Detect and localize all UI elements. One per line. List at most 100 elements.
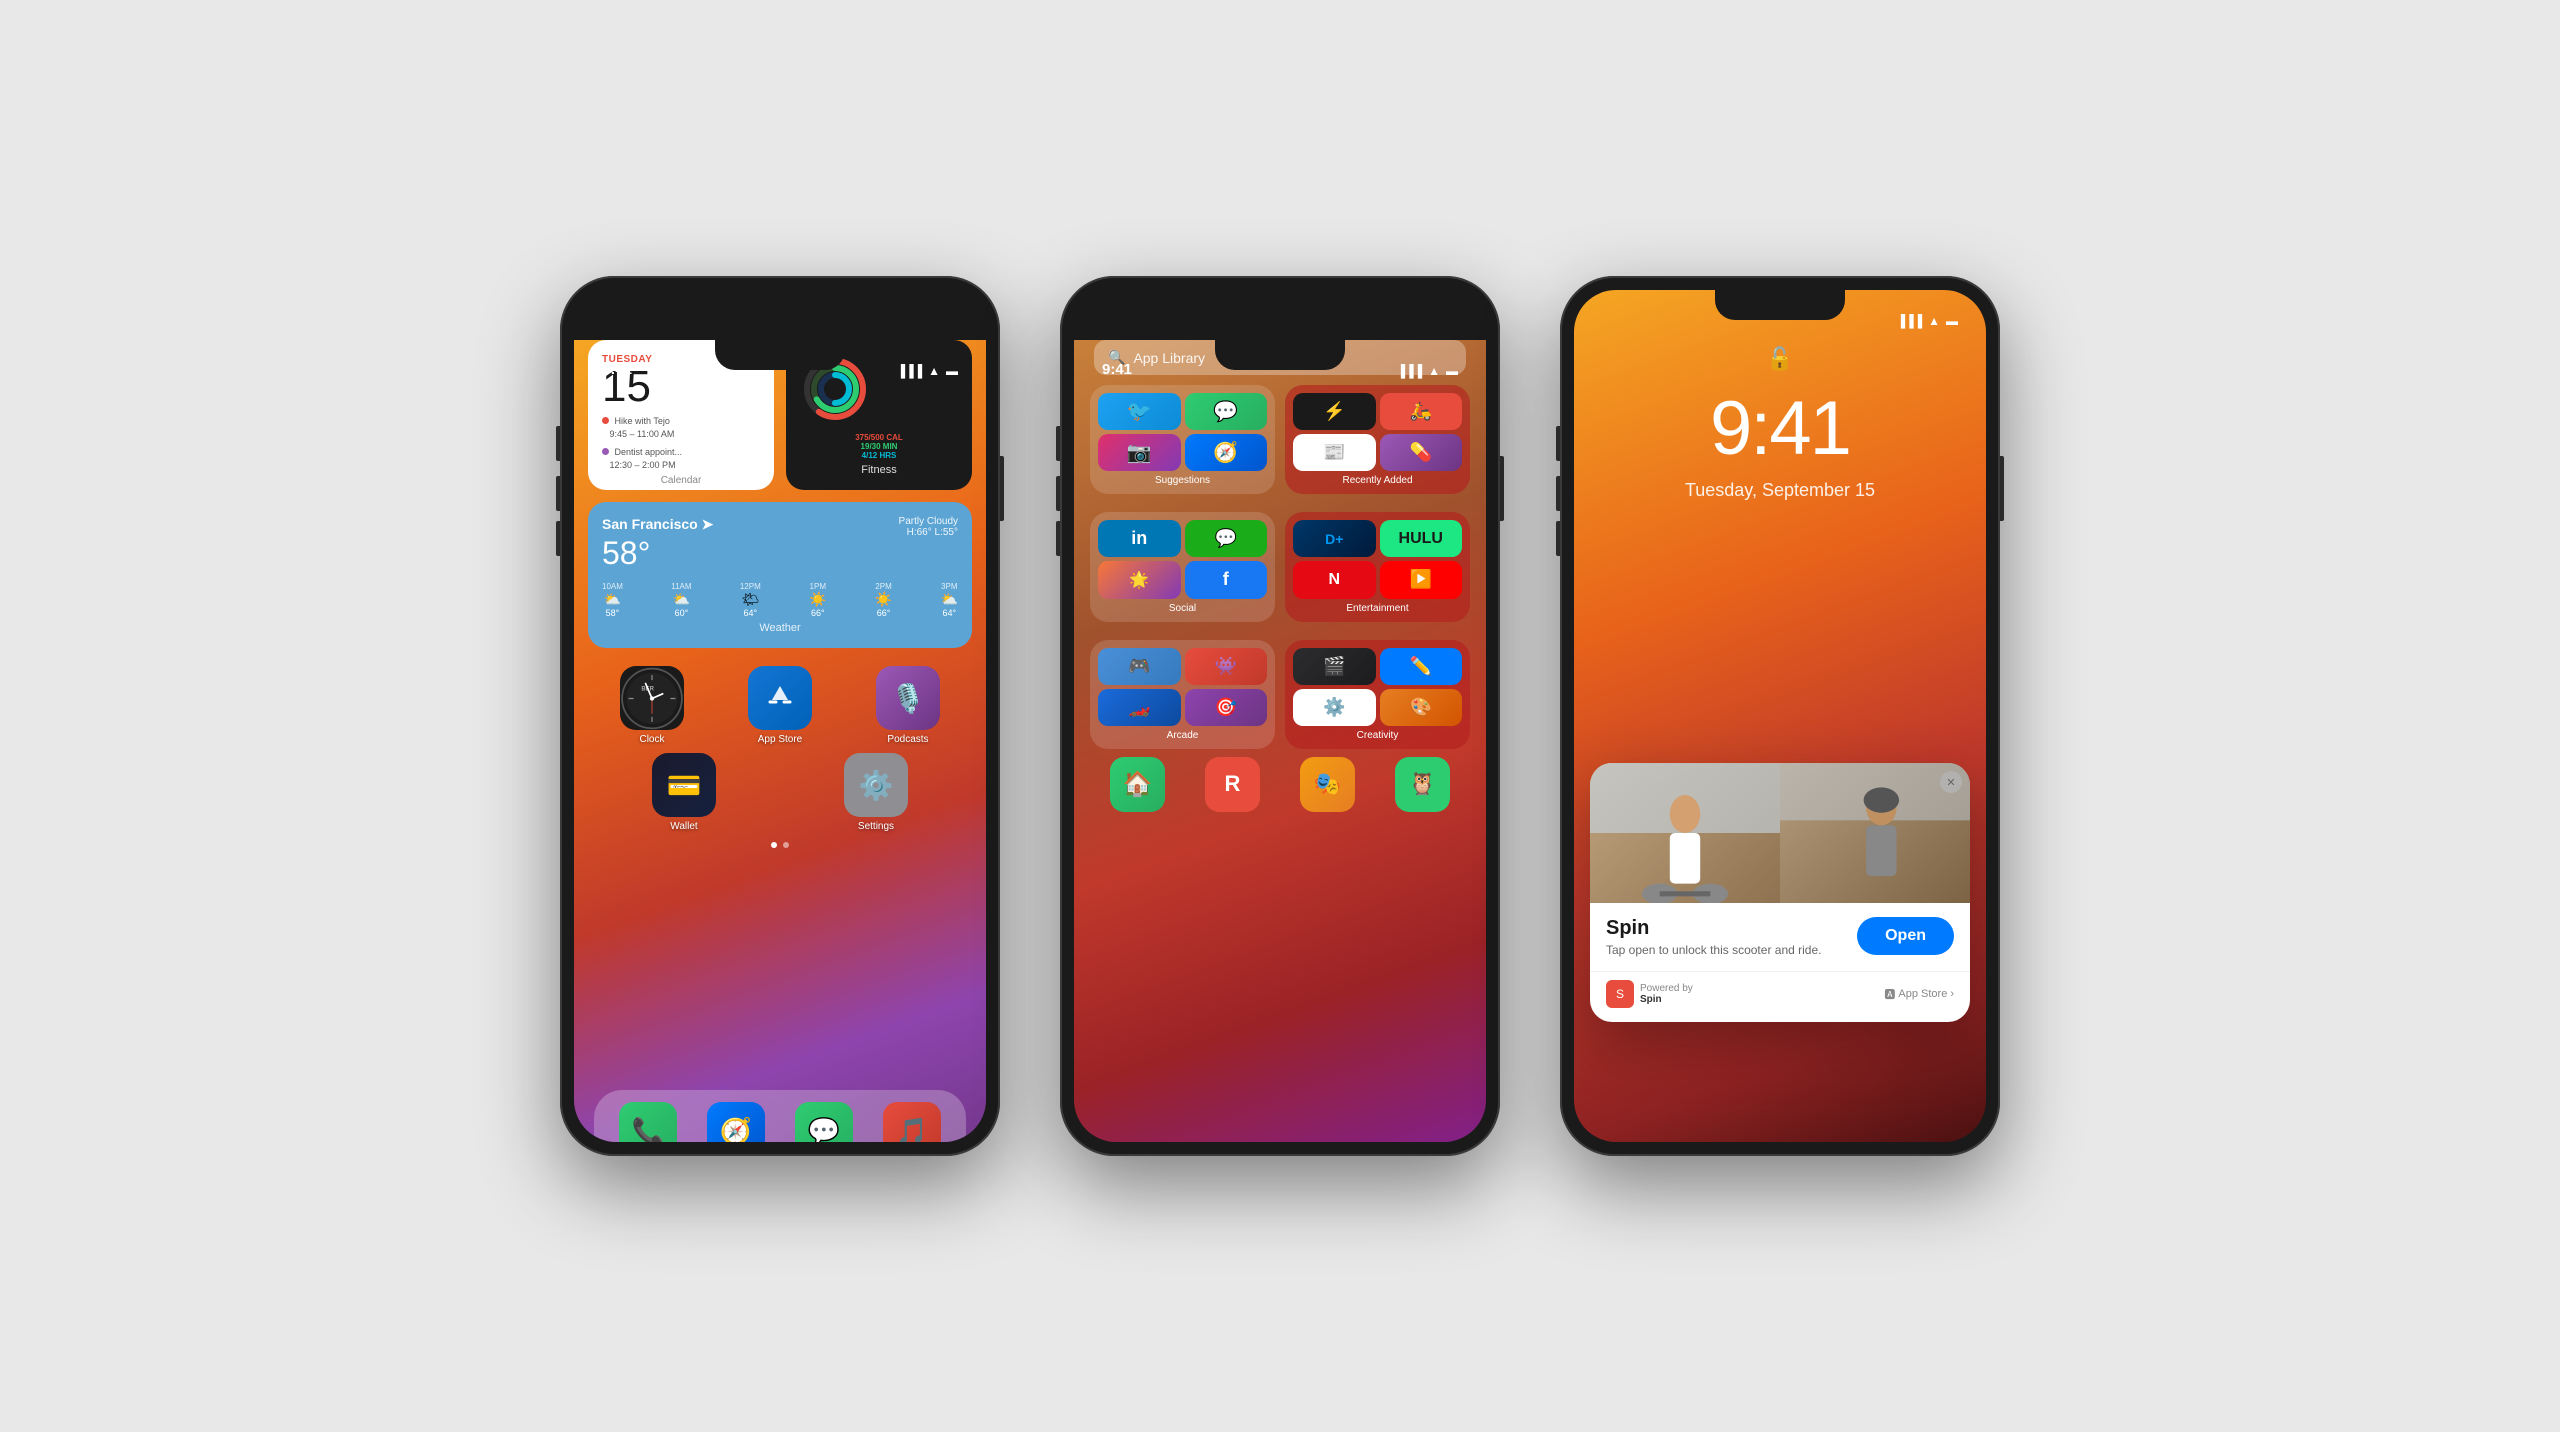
dock-phone[interactable]: 📞	[619, 1102, 677, 1142]
weather-hour-3: 1PM ☀️ 66°	[809, 582, 826, 618]
appstore-icon-small: 🅰	[1884, 986, 1895, 1002]
calendar-event-2: Dentist appoint... 12:30 – 2:00 PM	[602, 446, 760, 471]
weather-city: San Francisco ➤	[602, 516, 713, 533]
settings-label: Settings	[858, 821, 894, 832]
folder-social-grid: in 💬 🌟 f	[1098, 520, 1267, 598]
home-screen-bg: 9:41 ▐▐▐ ▲ ▬ TUESDAY 15 Hike with Tejo 9…	[574, 340, 986, 1142]
more-app-2[interactable]: R	[1205, 757, 1260, 812]
folder-ent-label: Entertainment	[1293, 603, 1462, 614]
appstore-chevron: ›	[1950, 988, 1954, 1000]
phone-2-screen: 9:41 ▐▐▐ ▲ ▬ 🔍 App Library 🐦	[1074, 290, 1486, 1142]
dock-music[interactable]: 🎵	[883, 1102, 941, 1142]
folder-recent-label: Recently Added	[1293, 475, 1462, 486]
settings-icon: ⚙️	[844, 753, 908, 817]
more-app-1[interactable]: 🏠	[1110, 757, 1165, 812]
app-row: BER Clock	[574, 656, 986, 745]
clip-title: Spin	[1606, 917, 1821, 940]
clip-photo-left	[1590, 763, 1780, 903]
more-app-3[interactable]: 🎭	[1300, 757, 1355, 812]
fitness-label: Fitness	[800, 464, 958, 476]
app-settings[interactable]: ⚙️ Settings	[844, 753, 908, 832]
folder-suggestions[interactable]: 🐦 💬 📷 🧭 Suggestions	[1090, 385, 1275, 494]
appstore-label: App Store	[758, 734, 802, 745]
wifi-icon: ▲	[928, 364, 940, 378]
clip-text: Spin Tap open to unlock this scooter and…	[1606, 917, 1821, 957]
app-clip-card[interactable]: ✕ Spin Tap open to unlock this scooter a…	[1590, 763, 1970, 1022]
weather-hilo: H:66° L:55°	[899, 527, 958, 538]
weather-hour-5: 3PM ⛅ 64°	[941, 582, 958, 618]
appstore-icon	[748, 666, 812, 730]
folder-recent-grid: ⚡ 🛵 📰 💊	[1293, 393, 1462, 471]
weather-desc: Partly Cloudy	[899, 516, 958, 527]
app-appstore[interactable]: App Store	[748, 666, 812, 745]
weather-hourly: 10AM ⛅ 58° 11AM ⛅ 60° 12PM 🌤 64°	[602, 582, 958, 618]
fitness-cal: 375/500 CAL	[800, 433, 958, 442]
clip-body-row: Spin Tap open to unlock this scooter and…	[1606, 917, 1954, 957]
folder-creativity[interactable]: 🎬 ✏️ ⚙️ 🎨 Creativity	[1285, 640, 1470, 749]
app-clip-body: Spin Tap open to unlock this scooter and…	[1590, 903, 1970, 971]
folder-recently-added[interactable]: ⚡ 🛵 📰 💊 Recently Added	[1285, 385, 1470, 494]
library-row-3: 🎮 👾 🏎️ 🎯 Arcade	[1074, 630, 1486, 749]
calendar-event-1: Hike with Tejo 9:45 – 11:00 AM	[602, 415, 760, 440]
phone-3-screen: ▐▐▐ ▲ ▬ 🔓 9:41 Tuesday, September 15	[1574, 290, 1986, 1142]
wifi-icon-2: ▲	[1428, 364, 1440, 378]
wifi-icon-3: ▲	[1928, 314, 1940, 328]
notch-1	[715, 340, 845, 370]
folder-social-label: Social	[1098, 603, 1267, 614]
folder-arcade-grid: 🎮 👾 🏎️ 🎯	[1098, 648, 1267, 726]
app-clip-footer: S Powered by Spin 🅰 App Store ›	[1590, 971, 1970, 1022]
powered-by-row: S Powered by Spin	[1606, 980, 1693, 1008]
folder-ent-grid: D+ HULU N ▶️	[1293, 520, 1462, 598]
appstore-link[interactable]: 🅰 App Store ›	[1884, 986, 1954, 1002]
signal-icon-2: ▐▐▐	[1397, 364, 1423, 378]
weather-widget[interactable]: San Francisco ➤ 58° Partly Cloudy H:66° …	[588, 502, 972, 648]
photo-left-svg	[1590, 763, 1780, 903]
clip-desc: Tap open to unlock this scooter and ride…	[1606, 943, 1821, 957]
weather-hour-2: 12PM 🌤 64°	[740, 582, 761, 618]
powered-app-label: Spin	[1640, 994, 1693, 1005]
wallet-label: Wallet	[670, 821, 697, 832]
app-row-2: 💳 Wallet ⚙️ Settings	[574, 753, 986, 832]
app-clock[interactable]: BER Clock	[620, 666, 684, 745]
signal-icon: ▐▐▐	[897, 364, 923, 378]
clip-photo-right: ✕	[1780, 763, 1970, 903]
open-button[interactable]: Open	[1857, 917, 1954, 955]
podcasts-label: Podcasts	[887, 734, 928, 745]
page-dots	[574, 842, 986, 848]
spin-icon: S	[1606, 980, 1634, 1008]
dot-1	[771, 842, 777, 848]
folder-entertainment[interactable]: D+ HULU N ▶️ Entertainment	[1285, 512, 1470, 621]
weather-hour-1: 11AM ⛅ 60°	[671, 582, 691, 618]
lock-icon: 🔓	[1766, 346, 1793, 372]
folder-arcade[interactable]: 🎮 👾 🏎️ 🎯 Arcade	[1090, 640, 1275, 749]
close-clip-btn[interactable]: ✕	[1940, 771, 1962, 793]
wallet-icon: 💳	[652, 753, 716, 817]
weather-label: Weather	[602, 622, 958, 634]
app-podcasts[interactable]: 🎙️ Podcasts	[876, 666, 940, 745]
app-library-bg: 9:41 ▐▐▐ ▲ ▬ 🔍 App Library 🐦	[1074, 340, 1486, 1142]
lock-date: Tuesday, September 15	[1574, 480, 1986, 501]
phone-1-home: 9:41 ▐▐▐ ▲ ▬ TUESDAY 15 Hike with Tejo 9…	[560, 276, 1000, 1156]
fitness-hrs: 4/12 HRS	[800, 451, 958, 460]
weather-right: Partly Cloudy H:66° L:55°	[899, 516, 958, 538]
battery-icon-3: ▬	[1946, 314, 1958, 328]
signal-icon-3: ▐▐▐	[1897, 314, 1923, 328]
clock-app-icon: BER	[620, 666, 684, 730]
folder-arcade-label: Arcade	[1098, 730, 1267, 741]
library-row-1: 🐦 💬 📷 🧭 Suggestions	[1074, 375, 1486, 494]
phone-3-lock: ▐▐▐ ▲ ▬ 🔓 9:41 Tuesday, September 15	[1560, 276, 2000, 1156]
weather-hour-4: 2PM ☀️ 66°	[875, 582, 892, 618]
status-icons-3: ▐▐▐ ▲ ▬	[1897, 314, 1958, 328]
more-app-4[interactable]: 🦉	[1395, 757, 1450, 812]
phone-1-screen: 9:41 ▐▐▐ ▲ ▬ TUESDAY 15 Hike with Tejo 9…	[574, 290, 986, 1142]
dock: 📞 🧭 💬 🎵	[594, 1090, 966, 1142]
dock-messages[interactable]: 💬	[795, 1102, 853, 1142]
app-wallet[interactable]: 💳 Wallet	[652, 753, 716, 832]
library-row-2: in 💬 🌟 f Social	[1074, 502, 1486, 621]
app-clip-photos: ✕	[1590, 763, 1970, 903]
status-time-1: 9:41	[602, 361, 632, 378]
weather-temp: 58°	[602, 535, 713, 572]
battery-icon: ▬	[946, 364, 958, 378]
dock-safari[interactable]: 🧭	[707, 1102, 765, 1142]
folder-social[interactable]: in 💬 🌟 f Social	[1090, 512, 1275, 621]
